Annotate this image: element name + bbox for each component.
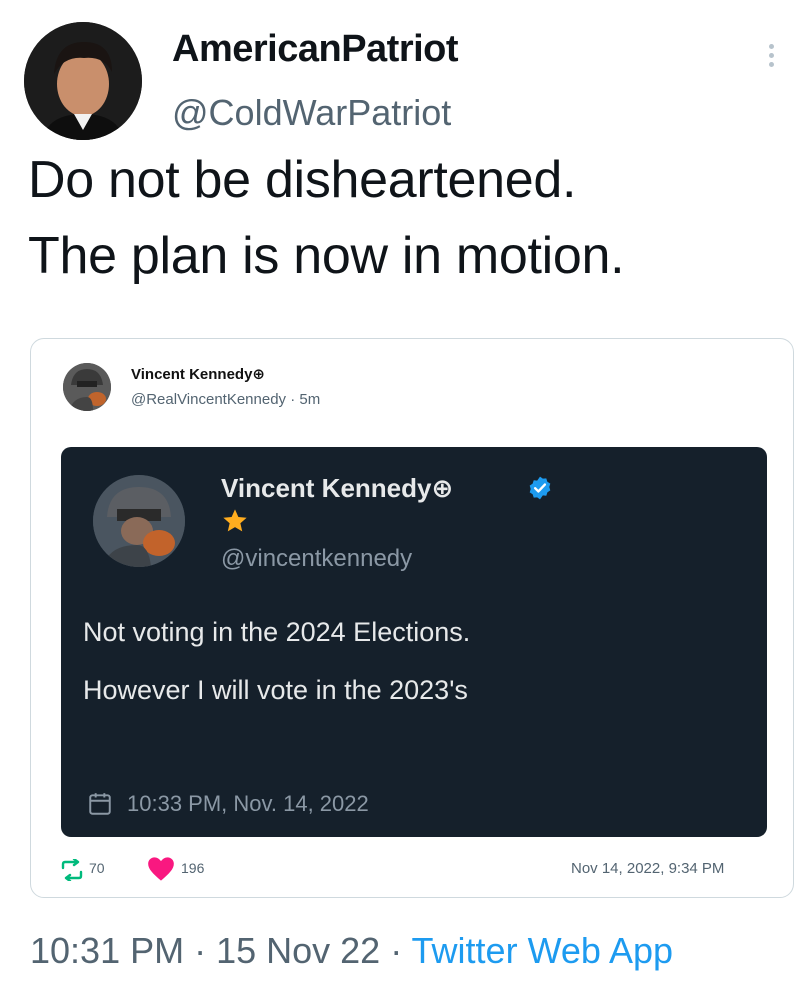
author-handle[interactable]: @ColdWarPatriot [172, 92, 451, 134]
retweet-count: 70 [89, 860, 105, 876]
verified-icon [527, 475, 553, 501]
quoted-tweet-card[interactable]: Vincent Kennedy⊕ @RealVincentKennedy · 5… [30, 338, 794, 898]
author-display-name[interactable]: AmericanPatriot [172, 28, 459, 71]
heart-icon[interactable] [147, 856, 175, 882]
tweet-footer: 10:31 PM · 15 Nov 22 · Twitter Web App [30, 930, 673, 972]
separator: · [380, 930, 412, 971]
tweet-time: 10:31 PM [30, 930, 185, 971]
embedded-screenshot: Vincent Kennedy⊕ @vincentkennedy Not vot… [61, 447, 767, 837]
embedded-text-line-2: However I will vote in the 2023's [83, 675, 468, 705]
quoted-avatar[interactable] [63, 363, 111, 411]
embedded-avatar [93, 475, 185, 567]
embedded-display-name: Vincent Kennedy⊕ [221, 473, 454, 503]
quoted-display-name[interactable]: Vincent Kennedy⊕ [131, 365, 265, 383]
like-count: 196 [181, 860, 205, 876]
tweet-date: 15 Nov 22 [216, 930, 381, 971]
author-avatar[interactable] [24, 22, 142, 140]
quoted-handle-time[interactable]: @RealVincentKennedy · 5m [131, 391, 320, 408]
calendar-icon [87, 791, 113, 817]
embedded-timestamp: 10:33 PM, Nov. 14, 2022 [127, 791, 369, 816]
embedded-text-line-1: Not voting in the 2024 Elections. [83, 617, 471, 647]
tweet-text-line-2: The plan is now in motion. [28, 227, 625, 285]
more-icon[interactable] [764, 44, 778, 78]
quoted-date: Nov 14, 2022, 9:34 PM [571, 860, 725, 877]
separator: · [184, 930, 217, 971]
tweet-text-line-1: Do not be disheartened. [28, 151, 577, 209]
retweet-icon[interactable] [59, 857, 85, 883]
star-icon [221, 507, 249, 535]
embedded-handle: @vincentkennedy [221, 545, 413, 572]
source-app-link[interactable]: Twitter Web App [412, 930, 673, 971]
